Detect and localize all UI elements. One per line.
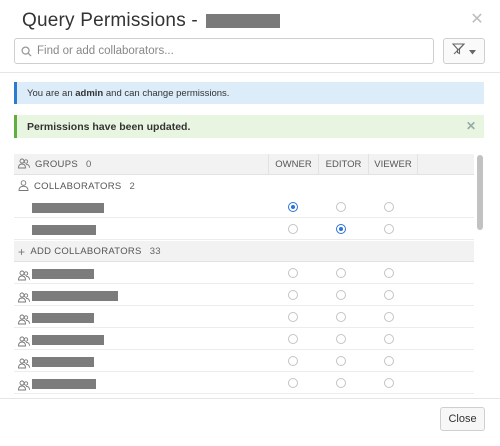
info-role: admin <box>75 87 104 99</box>
editor-radio[interactable] <box>336 312 346 322</box>
viewer-radio[interactable] <box>384 312 394 322</box>
candidate-row <box>14 329 474 350</box>
groups-header-row: GROUPS 0 OWNER EDITOR VIEWER <box>14 154 474 175</box>
redacted-candidate-name <box>32 357 94 367</box>
editor-radio[interactable] <box>336 224 346 234</box>
redacted-query-name <box>205 14 280 28</box>
collaborators-label: COLLABORATORS <box>34 181 122 192</box>
group-icon <box>18 312 30 330</box>
candidate-row <box>14 351 474 372</box>
filter-icon <box>451 42 466 60</box>
collaborators-count: 2 <box>129 181 136 192</box>
add-collaborators-header-row[interactable]: + ADD COLLABORATORS 33 <box>14 241 474 262</box>
groups-label-wrap: GROUPS 0 <box>18 154 92 175</box>
viewer-radio[interactable] <box>384 268 394 278</box>
user-icon <box>18 179 29 194</box>
add-collaborators-label-wrap: + ADD COLLABORATORS 33 <box>18 241 161 262</box>
candidate-row <box>14 373 474 394</box>
owner-radio[interactable] <box>288 224 298 234</box>
dialog-title: Query Permissions - <box>22 10 198 31</box>
owner-radio[interactable] <box>288 290 298 300</box>
redacted-candidate-name <box>32 379 96 389</box>
editor-radio[interactable] <box>336 378 346 388</box>
groups-count: 0 <box>85 159 92 170</box>
success-alert: Permissions have been updated. ✕ <box>14 115 484 138</box>
editor-radio[interactable] <box>336 356 346 366</box>
group-icon <box>18 356 30 374</box>
group-icon <box>18 268 30 286</box>
collaborators-header-row: COLLABORATORS 2 <box>14 176 474 197</box>
close-button[interactable]: Close <box>440 407 485 431</box>
header-divider <box>0 72 500 73</box>
chevron-down-icon <box>469 42 476 60</box>
footer-divider <box>0 398 500 399</box>
candidate-row <box>14 285 474 306</box>
dismiss-icon[interactable]: ✕ <box>466 119 476 133</box>
collaborators-label-wrap: COLLABORATORS 2 <box>18 176 135 197</box>
admin-info-alert: You are an admin and can change permissi… <box>14 82 484 104</box>
candidate-row <box>14 263 474 284</box>
redacted-candidate-name <box>32 313 94 323</box>
owner-radio[interactable] <box>288 334 298 344</box>
collaborator-row <box>14 219 474 240</box>
info-prefix: You are an <box>27 87 73 99</box>
viewer-radio[interactable] <box>384 290 394 300</box>
redacted-candidate-name <box>32 335 104 345</box>
scrollbar-thumb[interactable] <box>477 155 483 230</box>
search-icon <box>15 45 37 57</box>
redacted-candidate-name <box>32 269 94 279</box>
plus-icon: + <box>18 244 26 259</box>
viewer-radio[interactable] <box>384 202 394 212</box>
close-icon[interactable]: ✕ <box>470 12 484 28</box>
editor-radio[interactable] <box>336 202 346 212</box>
info-suffix: and can change permissions. <box>105 87 230 99</box>
column-viewer: VIEWER <box>368 154 418 175</box>
group-icon <box>18 378 30 396</box>
column-editor: EDITOR <box>318 154 368 175</box>
viewer-radio[interactable] <box>384 378 394 388</box>
dialog-header: Query Permissions - <box>22 8 280 34</box>
collaborator-row <box>14 197 474 218</box>
owner-radio[interactable] <box>288 356 298 366</box>
group-icon <box>18 290 30 308</box>
owner-radio[interactable] <box>288 378 298 388</box>
permissions-table: GROUPS 0 OWNER EDITOR VIEWER COLLABORATO… <box>14 154 474 400</box>
owner-radio[interactable] <box>288 312 298 322</box>
search-input[interactable] <box>37 45 433 57</box>
groups-label: GROUPS <box>35 159 78 170</box>
group-icon <box>18 158 30 172</box>
search-field[interactable] <box>14 38 434 64</box>
add-collaborators-label: ADD COLLABORATORS <box>30 246 142 257</box>
success-message: Permissions have been updated. <box>27 120 191 133</box>
viewer-radio[interactable] <box>384 224 394 234</box>
group-icon <box>18 334 30 352</box>
redacted-collaborator-name <box>32 225 96 235</box>
query-permissions-dialog: Query Permissions - ✕ You are an admin a… <box>0 0 500 446</box>
owner-radio[interactable] <box>288 202 298 212</box>
redacted-candidate-name <box>32 291 118 301</box>
editor-radio[interactable] <box>336 290 346 300</box>
filter-dropdown-button[interactable] <box>443 38 485 64</box>
column-owner: OWNER <box>268 154 318 175</box>
add-collaborators-count: 33 <box>149 246 161 257</box>
owner-radio[interactable] <box>288 268 298 278</box>
viewer-radio[interactable] <box>384 356 394 366</box>
editor-radio[interactable] <box>336 268 346 278</box>
redacted-collaborator-name <box>32 203 104 213</box>
candidate-row <box>14 307 474 328</box>
viewer-radio[interactable] <box>384 334 394 344</box>
editor-radio[interactable] <box>336 334 346 344</box>
